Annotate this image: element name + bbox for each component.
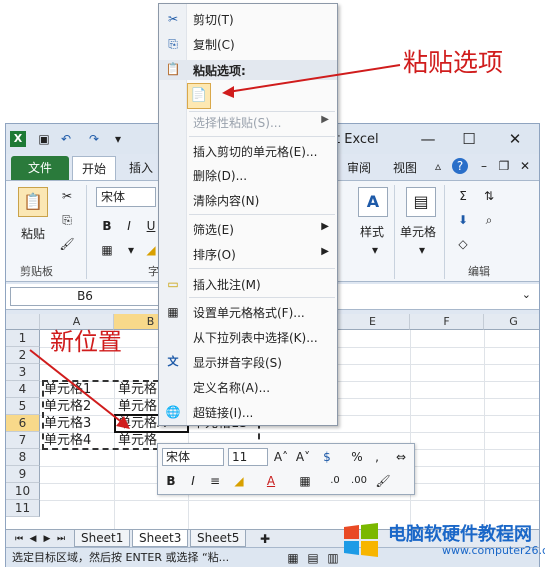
watermark: 电脑软硬件教程网 www.computer26.com [342, 517, 545, 567]
windows-logo-icon [344, 523, 378, 557]
annotation-paste-options: 粘贴选项 [403, 48, 504, 77]
watermark-brand: 电脑软硬件教程网 [388, 524, 532, 545]
watermark-url: www.computer26.com [442, 544, 545, 557]
annotation-arrows [29, 64, 401, 429]
paste-options-arrow [227, 64, 401, 93]
annotation-new-position: 新位置 [50, 328, 122, 356]
new-position-arrow [29, 349, 125, 425]
new-position-arrowhead [116, 416, 130, 429]
paste-options-arrowhead [222, 86, 234, 98]
